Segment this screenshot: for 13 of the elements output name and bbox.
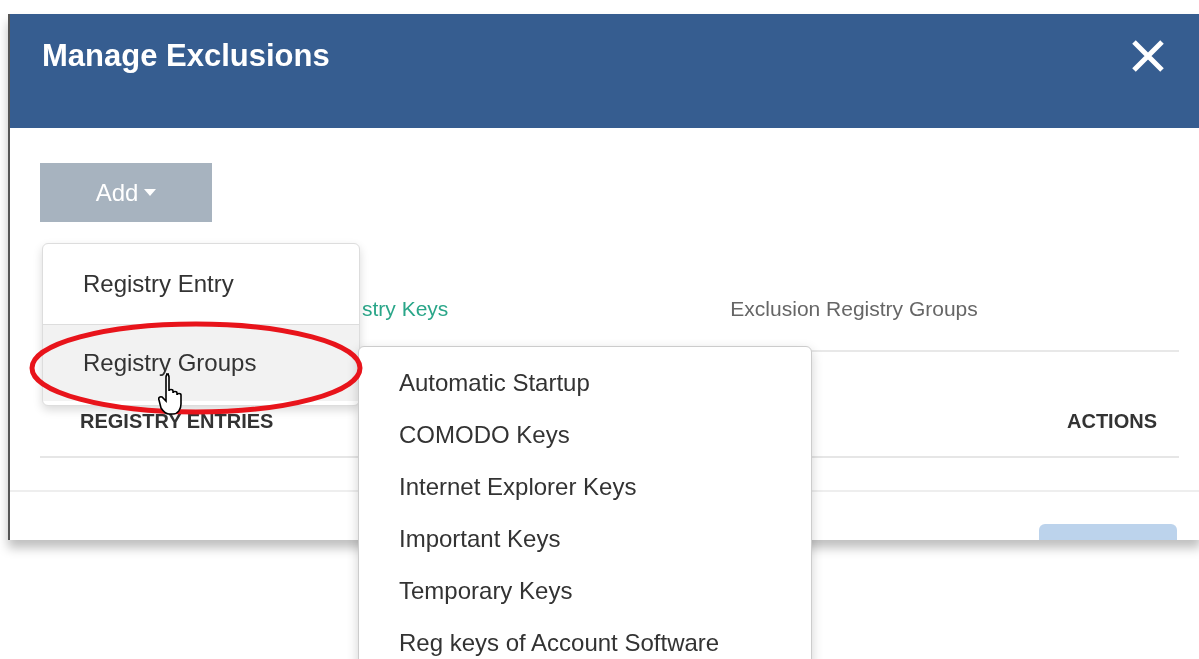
menu-item[interactable]: Temporary Keys bbox=[359, 565, 811, 617]
column-header: ACTIONS bbox=[1067, 410, 1157, 433]
menu-item[interactable]: Important Keys bbox=[359, 513, 811, 565]
menu-item[interactable]: Internet Explorer Keys bbox=[359, 461, 811, 513]
menu-item[interactable]: COMODO Keys bbox=[359, 409, 811, 461]
caret-icon bbox=[144, 189, 157, 196]
close-icon[interactable] bbox=[1131, 39, 1165, 73]
menu-item[interactable]: Reg keys of Account Software bbox=[359, 617, 811, 659]
dialog-title: Manage Exclusions bbox=[42, 38, 330, 74]
tab[interactable]: Exclusion Registry Groups bbox=[730, 270, 978, 350]
menu-item[interactable]: Registry Groups bbox=[43, 325, 359, 401]
column-header: REGISTRY ENTRIES bbox=[80, 410, 274, 433]
menu-item[interactable]: Registry Entry bbox=[43, 244, 359, 324]
